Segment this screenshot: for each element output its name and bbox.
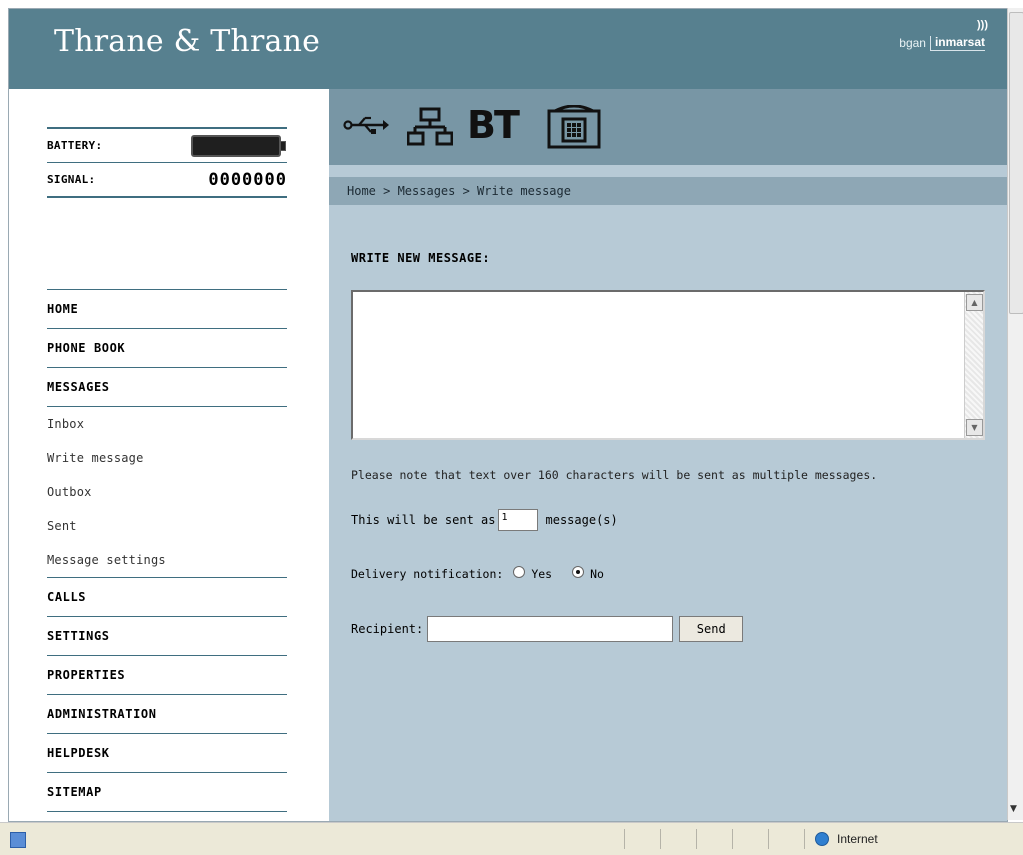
main-content: BT Home > Messages > Write message WRITE…	[329, 89, 1007, 821]
status-segment	[768, 829, 801, 849]
sent-as-row: This will be sent as 1 message(s)	[351, 509, 618, 531]
nav-settings[interactable]: SETTINGS	[47, 616, 287, 655]
nav-sent[interactable]: Sent	[47, 509, 287, 543]
globe-icon	[815, 832, 829, 846]
usb-icon	[343, 113, 389, 141]
battery-row: BATTERY:	[47, 129, 287, 162]
nav-messages[interactable]: MESSAGES	[47, 367, 287, 406]
status-segment	[624, 829, 657, 849]
status-segment	[732, 829, 765, 849]
nav-message-settings[interactable]: Message settings	[47, 543, 287, 577]
brand-title: Thrane & Thrane	[54, 24, 321, 59]
nav-write-message[interactable]: Write message	[47, 441, 287, 475]
breadcrumb-text[interactable]: Home > Messages > Write message	[329, 184, 571, 198]
message-textarea[interactable]: ▲ ▼	[351, 290, 985, 440]
nav-outbox[interactable]: Outbox	[47, 475, 287, 509]
status-segment	[696, 829, 729, 849]
status-segment	[660, 829, 693, 849]
battery-label: BATTERY:	[47, 139, 103, 152]
inmarsat-logo-text: inmarsat )))	[930, 19, 988, 51]
message-count-field[interactable]: 1	[497, 509, 538, 531]
nav-phone-book[interactable]: PHONE BOOK	[47, 328, 287, 367]
nav-home[interactable]: HOME	[47, 289, 287, 328]
scroll-down-arrow-icon[interactable]: ▼	[1010, 804, 1017, 814]
length-note: Please note that text over 160 character…	[351, 468, 878, 482]
signal-label: SIGNAL:	[47, 173, 96, 186]
scrollbar-thumb[interactable]	[1009, 12, 1023, 314]
nav-properties[interactable]: PROPERTIES	[47, 655, 287, 694]
phone-icon	[547, 104, 601, 153]
bluetooth-icon: BT	[467, 103, 520, 147]
signal-waves-icon: )))	[977, 19, 988, 31]
page-icon	[10, 832, 26, 848]
nav-sitemap[interactable]: SITEMAP	[47, 772, 287, 812]
recipient-label: Recipient:	[351, 622, 424, 636]
browser-page: Thrane & Thrane bgan inmarsat ))) BATTER…	[8, 8, 1008, 822]
delivery-yes-label[interactable]: Yes	[531, 567, 552, 581]
network-icon	[406, 107, 454, 151]
bgan-logo-text: bgan	[899, 36, 931, 51]
main-nav: HOME PHONE BOOK MESSAGES Inbox Write mes…	[47, 289, 287, 812]
battery-icon	[191, 134, 286, 157]
recipient-input[interactable]	[427, 616, 674, 642]
nav-administration[interactable]: ADMINISTRATION	[47, 694, 287, 733]
delivery-yes-radio[interactable]	[513, 566, 526, 578]
header-bar: Thrane & Thrane bgan inmarsat )))	[9, 9, 1007, 89]
send-button[interactable]: Send	[679, 616, 744, 642]
scroll-up-arrow-icon[interactable]: ▲	[966, 294, 983, 311]
browser-status-bar: Internet	[0, 822, 1023, 855]
textarea-scrollbar[interactable]: ▲ ▼	[964, 292, 983, 438]
zone-label: Internet	[837, 832, 878, 846]
scroll-down-arrow-icon[interactable]: ▼	[966, 419, 983, 436]
recipient-row: Recipient: Send	[351, 616, 744, 642]
page-title: WRITE NEW MESSAGE:	[351, 251, 491, 265]
delivery-no-radio[interactable]	[572, 566, 585, 578]
signal-row: SIGNAL: 0000000	[47, 162, 287, 196]
status-panel: BATTERY: SIGNAL: 0000000	[47, 127, 287, 198]
nav-calls[interactable]: CALLS	[47, 577, 287, 616]
bgan-inmarsat-logo: bgan inmarsat )))	[899, 19, 988, 51]
delivery-notification-row: Delivery notification: Yes No	[351, 566, 604, 581]
page-scrollbar[interactable]: ▼	[1007, 8, 1023, 820]
breadcrumb: Home > Messages > Write message	[329, 177, 1007, 205]
nav-helpdesk[interactable]: HELPDESK	[47, 733, 287, 772]
delivery-no-label[interactable]: No	[590, 567, 604, 581]
sent-as-label: This will be sent as	[351, 513, 496, 527]
sidebar: BATTERY: SIGNAL: 0000000 HOME PHONE BOOK…	[9, 89, 329, 821]
nav-inbox[interactable]: Inbox	[47, 406, 287, 441]
sent-as-suffix: message(s)	[545, 513, 618, 527]
signal-meter: 0000000	[208, 169, 287, 190]
delivery-label: Delivery notification:	[351, 567, 504, 581]
interface-icon-bar: BT	[329, 89, 1007, 165]
security-zone: Internet	[804, 829, 1005, 849]
